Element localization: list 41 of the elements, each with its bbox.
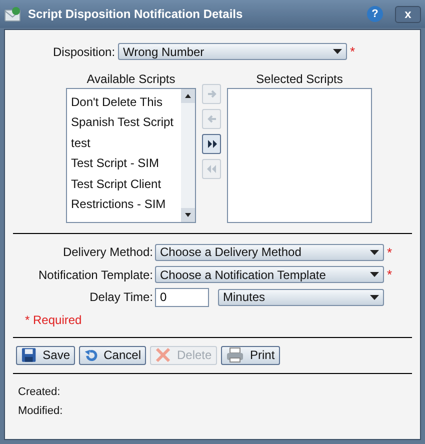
info-label: Created: bbox=[18, 384, 62, 400]
close-button[interactable]: x bbox=[395, 6, 421, 22]
cancel-button[interactable]: Cancel bbox=[79, 346, 146, 364]
scroll-down-icon[interactable] bbox=[181, 208, 195, 222]
help-button[interactable]: ? bbox=[367, 6, 383, 22]
list-heading: Selected Scripts bbox=[256, 70, 343, 88]
list-item[interactable]: Restrictions - SIM bbox=[71, 194, 181, 214]
printer-icon bbox=[226, 347, 244, 363]
field-label: Notification Template: bbox=[37, 266, 154, 284]
scrollbar[interactable] bbox=[181, 88, 195, 222]
disposition-dropdown[interactable]: Wrong Number bbox=[118, 43, 348, 60]
x-mark-icon bbox=[155, 347, 171, 363]
field-label: Disposition: bbox=[53, 44, 116, 61]
list-item[interactable]: test bbox=[71, 132, 181, 153]
field-label: Delivery Method: bbox=[62, 244, 154, 262]
required-mark: * bbox=[349, 43, 356, 61]
envelope-icon bbox=[4, 6, 22, 22]
dropdown[interactable]: Choose a Delivery Method bbox=[155, 244, 384, 261]
caret-icon bbox=[370, 250, 379, 255]
caret-icon bbox=[370, 272, 379, 278]
caret-icon bbox=[370, 294, 379, 300]
scroll-up-icon[interactable] bbox=[181, 88, 195, 102]
save-button[interactable]: Save bbox=[16, 346, 75, 364]
unit-dropdown[interactable]: Minutes bbox=[218, 288, 384, 306]
undo-arrow-icon bbox=[84, 347, 98, 363]
field-label: Delay Time: bbox=[88, 289, 154, 306]
required-mark: * bbox=[386, 244, 392, 262]
dropdown[interactable]: Choose a Notification Template bbox=[155, 266, 384, 284]
window-title: Script Disposition Notification Details bbox=[28, 6, 244, 23]
list-item[interactable]: Don't Delete This bbox=[71, 92, 181, 112]
info-label: Modified: bbox=[18, 404, 64, 419]
list-item[interactable]: Test Script Client bbox=[71, 174, 181, 194]
required-note: * Required bbox=[24, 312, 83, 328]
delay-input[interactable]: 0 bbox=[155, 288, 209, 306]
caret-icon bbox=[333, 49, 342, 54]
transfer-button[interactable] bbox=[202, 134, 221, 154]
list-item[interactable]: Spanish Test Script bbox=[71, 112, 181, 132]
print-button[interactable]: Print bbox=[221, 346, 280, 364]
list-item[interactable]: Test Script - SIM bbox=[71, 153, 181, 174]
required-mark: * bbox=[386, 266, 392, 284]
list-heading: Available Scripts bbox=[86, 70, 176, 88]
